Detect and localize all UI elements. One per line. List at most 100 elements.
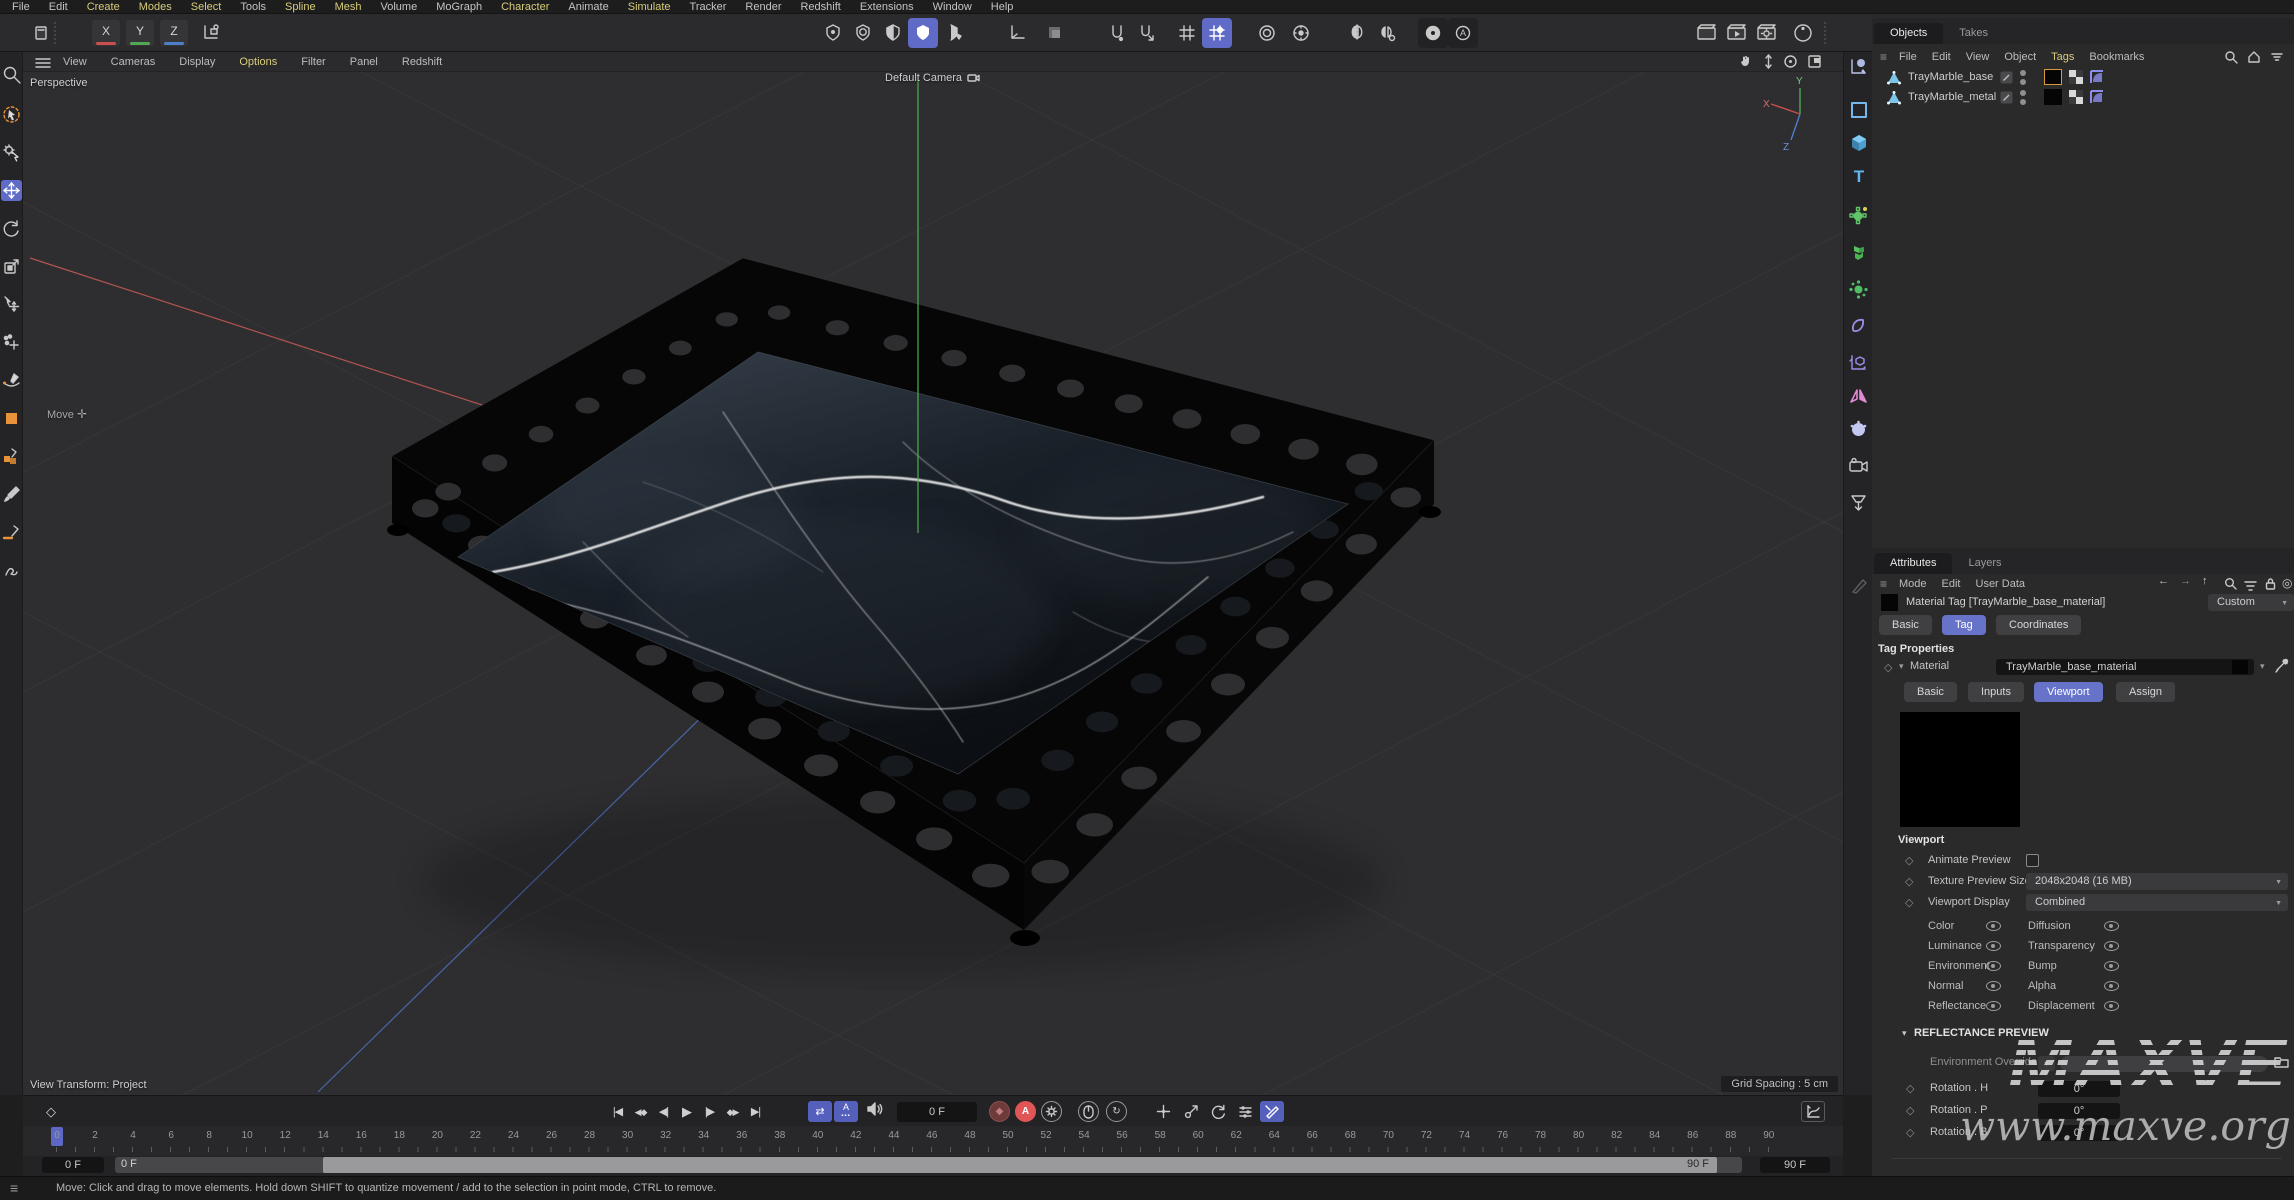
- text-object-icon[interactable]: T: [1847, 164, 1870, 187]
- menu-mesh[interactable]: Mesh: [335, 0, 362, 13]
- viewport-display-diamond-icon[interactable]: ◇: [1905, 896, 1913, 909]
- environment-override-field[interactable]: [2060, 1056, 2268, 1072]
- floor-object-icon[interactable]: [1847, 492, 1870, 515]
- spline-primitive-icon[interactable]: [1847, 98, 1870, 121]
- om-menu-file[interactable]: File: [1899, 48, 1917, 66]
- lock-z-axis-button[interactable]: Z: [160, 20, 188, 46]
- attr-target-icon[interactable]: ◎: [2282, 576, 2292, 590]
- spline-smooth-icon[interactable]: [1, 370, 22, 391]
- record-scale-toggle[interactable]: [1179, 1101, 1203, 1122]
- goto-end-button[interactable]: ▶|: [744, 1102, 767, 1122]
- viewport-menu-grip-icon[interactable]: [35, 56, 51, 74]
- mode-polygons-icon[interactable]: [878, 18, 908, 48]
- current-frame-field[interactable]: 0 F: [897, 1102, 977, 1122]
- menu-redshift[interactable]: Redshift: [800, 0, 840, 13]
- rotation-b-field[interactable]: 0°: [2038, 1125, 2120, 1141]
- lock-y-axis-button[interactable]: Y: [126, 20, 154, 46]
- viewport-menu-view[interactable]: View: [63, 52, 87, 71]
- timeline-ruler[interactable]: 0246810121416182022242628303234363840424…: [23, 1126, 1843, 1156]
- range-slider-thumb[interactable]: 90 F: [323, 1157, 1717, 1173]
- next-key-button[interactable]: ◆▶: [721, 1102, 744, 1122]
- mtab-assign-button[interactable]: Assign: [2116, 682, 2175, 702]
- record-keyframe-button[interactable]: ◆: [989, 1101, 1010, 1122]
- range-slider-track[interactable]: 0 F 90 F: [115, 1157, 1742, 1173]
- menu-simulate[interactable]: Simulate: [628, 0, 671, 13]
- tab-objects[interactable]: Objects: [1874, 23, 1943, 44]
- menu-spline[interactable]: Spline: [285, 0, 316, 13]
- attr-lock-icon[interactable]: [2264, 577, 2277, 595]
- viewport-zoom-icon[interactable]: [1761, 54, 1779, 70]
- play-button[interactable]: ▶: [675, 1102, 698, 1122]
- visibility-dot-top[interactable]: [2020, 70, 2026, 76]
- lock-x-axis-button[interactable]: X: [92, 20, 120, 46]
- menu-window[interactable]: Window: [933, 0, 972, 13]
- camera-object-icon[interactable]: [1847, 455, 1870, 478]
- cube-primitive-icon[interactable]: [1847, 131, 1870, 154]
- volume-builder-icon[interactable]: [1847, 418, 1870, 441]
- material-dropdown-icon[interactable]: ▾: [2260, 661, 2265, 672]
- material-link-field[interactable]: TrayMarble_base_material: [1996, 659, 2254, 675]
- snap-magnet-icon[interactable]: [1102, 18, 1132, 48]
- coordinate-system-icon[interactable]: [196, 18, 226, 48]
- object-name[interactable]: TrayMarble_metal: [1908, 91, 1996, 103]
- autokey-button[interactable]: A: [1015, 1101, 1036, 1122]
- channel-eye-icon-reflectance[interactable]: [1986, 1001, 2001, 1011]
- tab-attributes[interactable]: Attributes: [1874, 553, 1952, 574]
- viewport-3d[interactable]: X Y Z ViewCamerasDisplayOptionsFilterPan…: [23, 52, 1843, 1095]
- record-rotation-toggle[interactable]: [1206, 1101, 1230, 1122]
- rectangle-selection-icon[interactable]: [1, 408, 22, 429]
- point-move-icon[interactable]: [1, 332, 22, 353]
- attr-menu-edit[interactable]: Edit: [1942, 575, 1961, 593]
- status-menu-icon[interactable]: ≡: [10, 1177, 18, 1199]
- menu-create[interactable]: Create: [87, 0, 120, 13]
- phong-tag-icon[interactable]: [2090, 90, 2104, 104]
- attr-menu-user-data[interactable]: User Data: [1976, 575, 2026, 593]
- mode-points-icon[interactable]: [818, 18, 848, 48]
- viewport-menu-cameras[interactable]: Cameras: [111, 52, 156, 71]
- brush-tool-icon[interactable]: [1, 484, 22, 505]
- live-selection-icon[interactable]: [1, 104, 22, 125]
- viewport-menu-filter[interactable]: Filter: [301, 52, 325, 71]
- keyframe-diamond-icon[interactable]: ◇: [39, 1102, 62, 1122]
- fcurve-editor-icon[interactable]: [1801, 1101, 1825, 1122]
- effector-icon[interactable]: [1847, 278, 1870, 301]
- selection-move-icon[interactable]: [1, 294, 22, 315]
- reflectance-collapse-icon[interactable]: ▾: [1902, 1028, 1907, 1039]
- menu-edit[interactable]: Edit: [49, 0, 68, 13]
- menu-file[interactable]: File: [12, 0, 30, 13]
- play-mode-toggle[interactable]: A▪▪▪: [834, 1101, 858, 1122]
- line-cut-icon[interactable]: [1, 522, 22, 543]
- next-frame-button[interactable]: |▶: [698, 1102, 721, 1122]
- cloner-icon[interactable]: [1847, 204, 1870, 227]
- viewport-maximize-icon[interactable]: [1807, 54, 1825, 70]
- rotation-b-diamond-icon[interactable]: ◇: [1906, 1126, 1914, 1139]
- menu-help[interactable]: Help: [991, 0, 1014, 13]
- eyedropper-icon[interactable]: [2274, 658, 2289, 678]
- channel-eye-icon-diffusion[interactable]: [2104, 921, 2119, 931]
- tab-coordinates-button[interactable]: Coordinates: [1996, 615, 2081, 635]
- previous-frame-button[interactable]: ◀|: [652, 1102, 675, 1122]
- menu-modes[interactable]: Modes: [139, 0, 172, 13]
- material-collapse-icon[interactable]: ▾: [1899, 661, 1904, 672]
- object-name[interactable]: TrayMarble_base: [1908, 71, 1993, 83]
- rotation-h-diamond-icon[interactable]: ◇: [1906, 1082, 1914, 1095]
- preset-dropdown[interactable]: Custom: [2208, 594, 2294, 611]
- tab-layers[interactable]: Layers: [1952, 553, 2017, 574]
- workplane-icon[interactable]: [1040, 18, 1070, 48]
- menu-extensions[interactable]: Extensions: [860, 0, 914, 13]
- channel-eye-icon-color[interactable]: [1986, 921, 2001, 931]
- visibility-dot-top[interactable]: [2020, 90, 2026, 96]
- viewport-menu-panel[interactable]: Panel: [350, 52, 378, 71]
- attr-menu-grip-icon[interactable]: ≡: [1880, 578, 1887, 590]
- om-menu-edit[interactable]: Edit: [1932, 48, 1951, 66]
- viewport-pan-icon[interactable]: [1739, 54, 1757, 70]
- menu-select[interactable]: Select: [191, 0, 222, 13]
- render-picture-viewer-icon[interactable]: [1722, 18, 1752, 48]
- attr-search-icon[interactable]: [2224, 577, 2237, 595]
- material-preview[interactable]: [1900, 712, 2020, 827]
- mode-edges-icon[interactable]: [848, 18, 878, 48]
- deformer-icon[interactable]: [1847, 315, 1870, 338]
- material-tag[interactable]: [2044, 89, 2062, 105]
- attr-menu-mode[interactable]: Mode: [1899, 575, 1927, 593]
- menu-render[interactable]: Render: [745, 0, 781, 13]
